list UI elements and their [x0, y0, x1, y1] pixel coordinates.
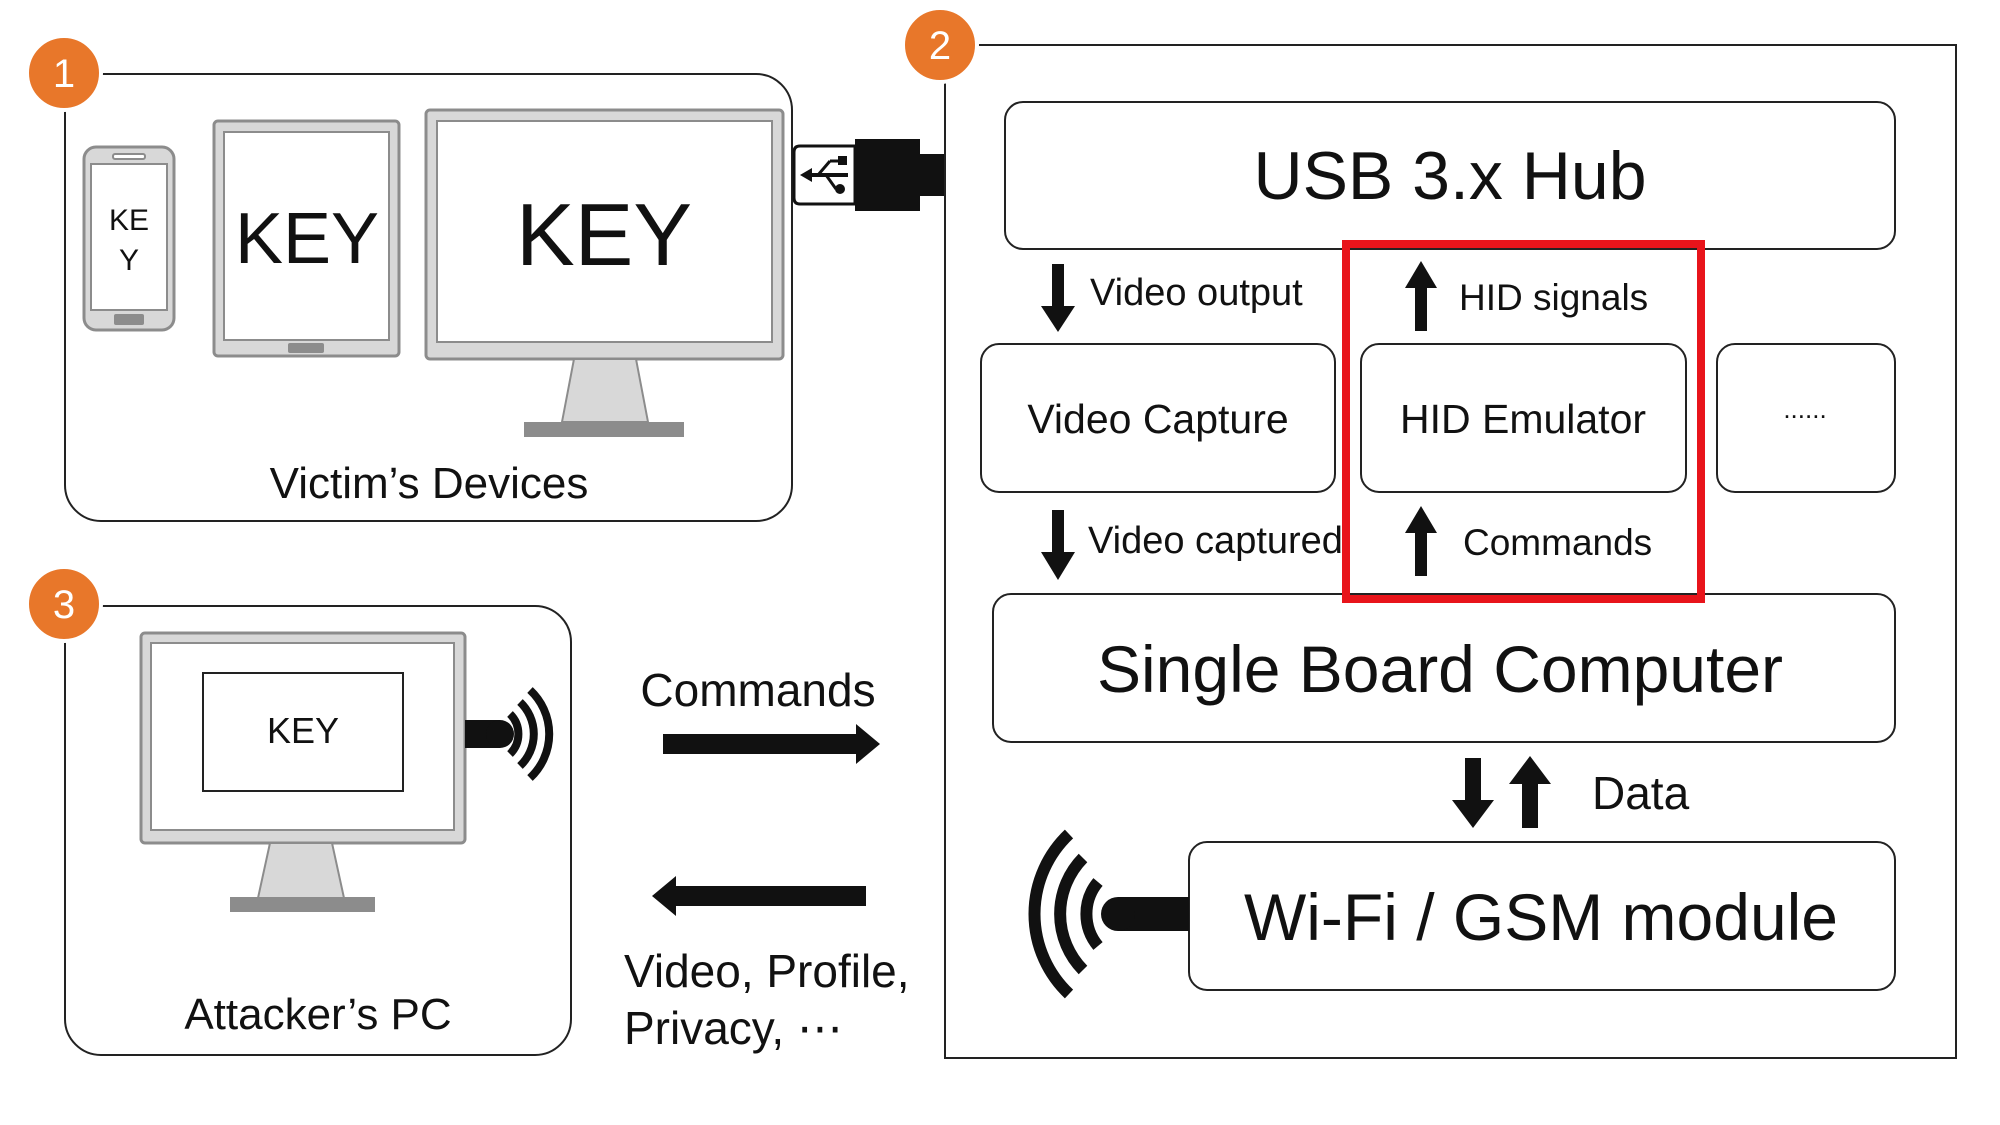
usb-hub-box: USB 3.x Hub [1004, 101, 1896, 250]
phone-key-text-2: Y [119, 244, 139, 277]
hid-emulator-label: HID Emulator [1400, 396, 1646, 442]
badge-2-number: 2 [929, 24, 951, 68]
wifi-module-label: Wi-Fi / GSM module [1244, 880, 1838, 954]
tablet-icon: KEY [212, 119, 401, 358]
video-output-label: Video output [1090, 272, 1303, 314]
attacker-key-text: KEY [267, 710, 339, 751]
single-board-computer-box: Single Board Computer [992, 593, 1896, 743]
badge-3: 3 [25, 565, 103, 643]
hid-signals-label: HID signals [1459, 277, 1648, 318]
tablet-key-text: KEY [235, 199, 379, 279]
badge-3-number: 3 [53, 583, 75, 627]
attacker-pc-label: Attacker’s PC [184, 990, 451, 1039]
data-label: Data [1592, 767, 1690, 819]
return-flow-label-line1: Video, Profile, [624, 945, 910, 997]
badge-1: 1 [25, 34, 103, 112]
victim-devices-label: Victim’s Devices [270, 459, 589, 508]
video-capture-box: Video Capture [980, 343, 1336, 493]
other-module-ellipsis: ...... [1783, 394, 1826, 424]
system-diagram: KE Y KEY KEY Victim’s Devices 1 USB 3.x … [25, 6, 1957, 1059]
commands-right-arrow [663, 724, 880, 764]
hid-emulator-box: HID Emulator [1360, 343, 1687, 493]
commands-inner-label: Commands [1463, 522, 1652, 563]
victim-panel: KE Y KEY KEY Victim’s Devices [64, 73, 793, 522]
phone-key-text: KE [109, 204, 149, 237]
video-capture-label: Video Capture [1027, 396, 1288, 442]
badge-2: 2 [901, 6, 979, 84]
other-module-box: ...... [1716, 343, 1896, 493]
wifi-module-box: Wi-Fi / GSM module [1188, 841, 1896, 991]
badge-1-number: 1 [53, 52, 75, 96]
usb-hub-label: USB 3.x Hub [1253, 138, 1646, 214]
attack-device-panel: USB 3.x Hub Video output HID signals Vid… [944, 44, 1957, 1059]
video-captured-label: Video captured [1088, 520, 1343, 562]
single-board-computer-label: Single Board Computer [1097, 632, 1783, 706]
attacker-panel: KEY Attacker’s PC [64, 605, 572, 1056]
monitor-key-text: KEY [516, 185, 692, 284]
commands-flow-label: Commands [640, 664, 875, 716]
phone-icon: KE Y [82, 145, 176, 332]
return-left-arrow [652, 876, 866, 916]
return-flow-label-line2: Privacy, ⋯ [624, 1002, 843, 1054]
